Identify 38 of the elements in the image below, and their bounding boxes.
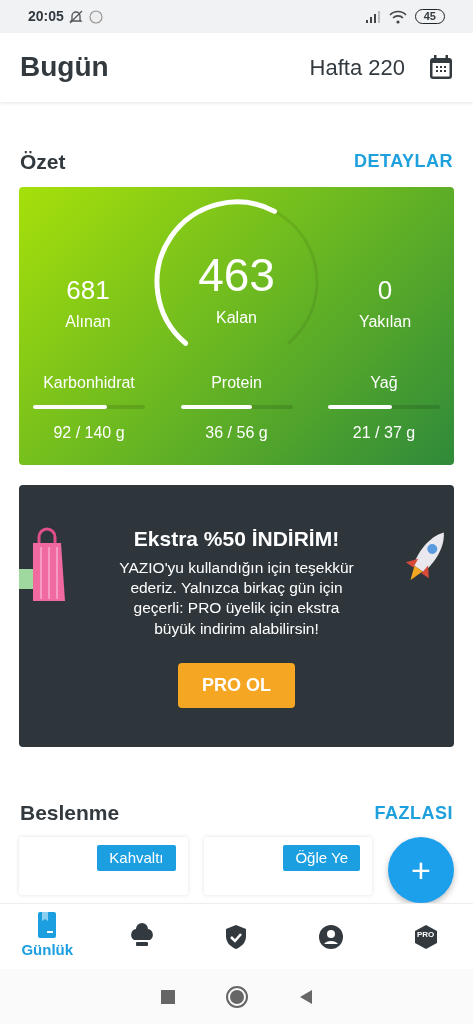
- stat-value: 0: [377, 273, 393, 307]
- nav-tab[interactable]: Günlük: [12, 910, 83, 963]
- section-title: Özet: [20, 148, 66, 175]
- wifi-icon: [388, 9, 407, 24]
- stat-label: Alınan: [65, 311, 111, 332]
- calendar-icon[interactable]: [429, 54, 453, 81]
- remaining-value: 463: [198, 252, 275, 299]
- more-link[interactable]: FAZLASI: [374, 799, 453, 827]
- stat-label: Kalan: [216, 308, 257, 329]
- home-icon[interactable]: [224, 984, 249, 1009]
- macro-amount: 36 / 56 g: [205, 423, 268, 444]
- clock-text: 20:05: [28, 7, 64, 27]
- stat-value: 681: [66, 273, 110, 307]
- circle-icon: [87, 8, 104, 25]
- meal-card[interactable]: Kahvaltı: [19, 836, 188, 895]
- macro-name: Karbonhidrat: [43, 373, 135, 394]
- page-title: Bugün: [20, 50, 109, 85]
- stat-label: Yakılan: [358, 311, 412, 332]
- signal-icon: [364, 10, 381, 23]
- details-link[interactable]: DETAYLAR: [354, 147, 453, 175]
- macro-name: Protein: [211, 373, 262, 394]
- badge-text: PRO: [416, 930, 436, 939]
- section-title: Beslenme: [20, 800, 120, 827]
- square-icon[interactable]: [158, 987, 177, 1006]
- muted-bell-icon: [67, 8, 84, 25]
- macro-amount: 21 / 37 g: [352, 423, 416, 444]
- meal-label: Kahvaltı: [97, 844, 176, 872]
- macro-amount: 92 / 140 g: [53, 423, 125, 444]
- promo-text: YAZIO'yu kullandığın için teşekkür ederiz. Yalnızca birkaç gün için geçerli: PRO üyelik için ekstra büyük indirim alabilirsin!: [118, 558, 355, 639]
- meal-card[interactable]: Öğle Ye: [203, 836, 372, 895]
- week-label: Hafta 220: [309, 53, 405, 82]
- promo-title: Ekstra %50 İNDİRİM!: [133, 525, 340, 552]
- add-button[interactable]: +: [388, 836, 454, 903]
- pro-button[interactable]: PRO OL: [178, 662, 295, 708]
- macro-name: Yağ: [370, 373, 398, 394]
- nav-tab[interactable]: PRO: [390, 921, 461, 952]
- profile-icon: [317, 922, 346, 951]
- meal-label: Öğle Ye: [283, 844, 360, 872]
